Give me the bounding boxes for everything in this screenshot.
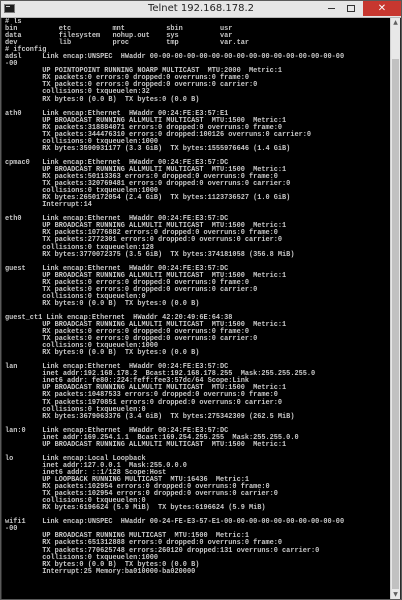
maximize-icon	[347, 4, 355, 12]
title-bar[interactable]: Telnet 192.168.178.2 ✕	[1, 1, 401, 18]
terminal-line: RX bytes:3770072375 (3.5 GiB) TX bytes:3…	[5, 250, 295, 259]
terminal-output[interactable]: # ls bin etc mnt sbin usr data filesyste…	[2, 18, 391, 599]
scroll-up-arrow-icon[interactable]: ▲	[391, 18, 400, 27]
terminal-line: RX bytes:0 (0.0 B) TX bytes:0 (0.0 B)	[5, 349, 200, 358]
maximize-button[interactable]	[341, 1, 361, 16]
terminal-line: RX bytes:6196624 (5.9 MiB) TX bytes:6196…	[5, 504, 266, 513]
scroll-down-arrow-icon[interactable]: ▼	[391, 590, 400, 599]
scroll-thumb[interactable]	[392, 59, 399, 589]
terminal-line: RX bytes:0 (0.0 B) TX bytes:0 (0.0 B)	[5, 299, 200, 308]
close-icon: ✕	[377, 3, 387, 14]
close-button[interactable]: ✕	[363, 1, 401, 16]
terminal-line: Interrupt:25 Memory:ba010000-ba020000	[5, 567, 196, 576]
telnet-window: Telnet 192.168.178.2 ✕ # ls bin etc mnt …	[0, 0, 402, 600]
vertical-scrollbar[interactable]: ▲ ▼	[390, 18, 400, 599]
terminal-text: # ls bin etc mnt sbin usr data filesyste…	[2, 18, 391, 576]
minimize-icon	[327, 7, 335, 9]
terminal-line: wifi1 Link encap:UNSPEC HWaddr 00-24-FE-…	[5, 518, 345, 527]
terminal-line: RX bytes:3590931177 (3.3 GiB) TX bytes:1…	[5, 144, 291, 153]
minimize-button[interactable]	[321, 1, 341, 16]
terminal-line: adsl Link encap:UNSPEC HWaddr 00-00-00-0…	[5, 53, 345, 62]
terminal-line: RX bytes:0 (0.0 B) TX bytes:0 (0.0 B)	[5, 95, 200, 104]
terminal-line: RX bytes:3679063376 (3.4 GiB) TX bytes:2…	[5, 412, 295, 421]
terminal-line: Interrupt:14	[5, 201, 92, 210]
terminal-line: UP BROADCAST RUNNING ALLMULTI MULTICAST …	[5, 440, 287, 449]
